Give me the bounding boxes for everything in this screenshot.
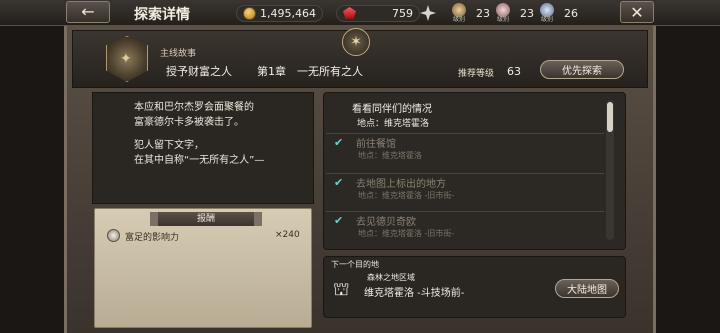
badge-1: 级别 23 [450, 3, 490, 23]
objective-location: 地点：维克塔霍洛 [358, 151, 422, 160]
next-destination-region: 森林之地区域 [367, 273, 415, 282]
crest-gold-icon [452, 3, 466, 17]
story-line: 犯人留下文字， [134, 140, 204, 151]
recommend-level-value: 63 [507, 65, 521, 78]
scrollbar-thumb[interactable] [607, 102, 613, 132]
reward-item-name: 富足的影响力 [125, 233, 180, 243]
badge-3: 级别 26 [538, 3, 578, 23]
gold-counter: 1,495,464 [236, 4, 323, 22]
check-icon: ✔ [334, 214, 344, 227]
gold-value: 1,495,464 [260, 6, 316, 20]
check-icon: ✔ [334, 136, 344, 149]
objective-current-title: 看看同伴们的情况 [352, 104, 432, 115]
badge-level-label: 级别 [452, 16, 465, 23]
plus-icon [420, 5, 436, 21]
coin-icon [243, 6, 256, 20]
story-text: 本应和巴尔杰罗会面聚餐的 富豪德尔卡多被袭击了。 犯人留下文字， 在其中自称“一… [134, 100, 304, 176]
reward-panel [94, 208, 312, 328]
castle-icon: ⛫ [333, 279, 350, 300]
close-icon: ✕ [630, 2, 644, 22]
objective-row: ✔ 前往餐馆 地点：维克塔霍洛 [326, 133, 604, 163]
badge-value: 26 [564, 6, 578, 20]
star-seal-icon: ✶ [342, 28, 370, 56]
reward-title: 报酬 [150, 212, 262, 226]
badge-2: 级别 23 [494, 3, 534, 23]
quest-name: 授予财富之人 [166, 65, 232, 78]
story-line: 富豪德尔卡多被袭击了。 [134, 117, 244, 128]
objective-current-location: 地点：维克塔霍洛 [357, 119, 430, 129]
gem-value: 759 [392, 6, 413, 20]
back-button[interactable]: ← [66, 1, 110, 23]
badge-value: 23 [476, 6, 490, 20]
objective-name: 前往餐馆 [356, 139, 396, 150]
priority-explore-button[interactable]: 优先探索 [540, 60, 624, 79]
badge-value: 23 [520, 6, 534, 20]
crest-pink-icon [496, 3, 510, 17]
quest-category: 主线故事 [160, 49, 197, 59]
close-button[interactable]: ✕ [620, 1, 654, 23]
objective-row: ✔ 去地图上标出的地方 地点：维克塔霍洛 -旧市街- [326, 173, 604, 203]
back-arrow-icon: ← [81, 2, 95, 21]
next-destination-label: 下一个目的地 [331, 260, 379, 269]
story-line: 在其中自称“一无所有之人”— [134, 155, 265, 166]
objective-name: 去地图上标出的地方 [356, 179, 446, 190]
objective-location: 地点：维克塔霍洛 -旧市街- [358, 229, 455, 238]
page-title: 探索详情 [134, 7, 190, 23]
objective-location: 地点：维克塔霍洛 -旧市街- [358, 191, 455, 200]
quest-chapter: 第1章 一无所有之人 [257, 65, 363, 78]
badge-level-label: 级别 [496, 16, 509, 23]
objective-name: 去见德贝奇欧 [356, 217, 416, 228]
objective-row: ✔ 去见德贝奇欧 地点：维克塔霍洛 -旧市街- [326, 211, 604, 241]
gem-icon [343, 7, 356, 19]
gem-counter: 759 [336, 4, 420, 22]
badge-level-label: 级别 [540, 16, 553, 23]
check-icon: ✔ [334, 176, 344, 189]
next-destination-name: 维克塔霍洛 -斗技场前- [364, 288, 465, 299]
story-line: 本应和巴尔杰罗会面聚餐的 [134, 102, 254, 113]
crest-blue-icon [540, 3, 554, 17]
influence-icon [107, 229, 120, 242]
add-gems-button[interactable] [420, 4, 436, 22]
continent-map-button[interactable]: 大陆地图 [555, 279, 619, 298]
recommend-level-label: 推荐等级 [458, 69, 495, 79]
reward-item-qty: ×240 [275, 230, 300, 240]
